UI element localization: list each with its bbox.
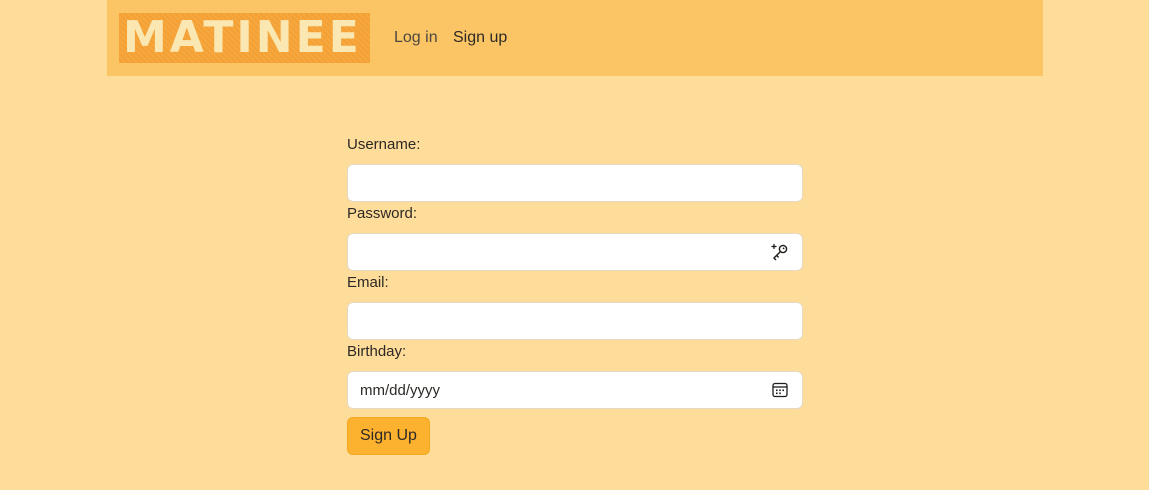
birthday-label: Birthday: — [347, 343, 407, 360]
username-field-wrap — [347, 164, 803, 202]
navbar: MATINEE Log in Sign up — [107, 0, 1043, 76]
nav-signup-link[interactable]: Sign up — [453, 28, 507, 48]
calendar-icon[interactable] — [771, 381, 789, 399]
password-input[interactable] — [347, 233, 803, 271]
matinee-logo[interactable]: MATINEE — [119, 13, 370, 63]
username-label: Username: — [347, 136, 421, 153]
password-key-icon[interactable] — [771, 243, 789, 261]
email-field-wrap — [347, 302, 803, 340]
username-input[interactable] — [347, 164, 803, 202]
email-label: Email: — [347, 274, 389, 291]
birthday-field-wrap — [347, 371, 803, 409]
nav-login-link[interactable]: Log in — [394, 28, 438, 48]
birthday-input[interactable] — [347, 371, 803, 409]
password-field-wrap — [347, 233, 803, 271]
email-input[interactable] — [347, 302, 803, 340]
password-label: Password: — [347, 205, 418, 222]
sign-up-button[interactable]: Sign Up — [347, 417, 430, 455]
signup-form: Username: Password: Email: Birthday: Sig… — [347, 135, 803, 455]
logo-text: MATINEE — [123, 13, 362, 63]
